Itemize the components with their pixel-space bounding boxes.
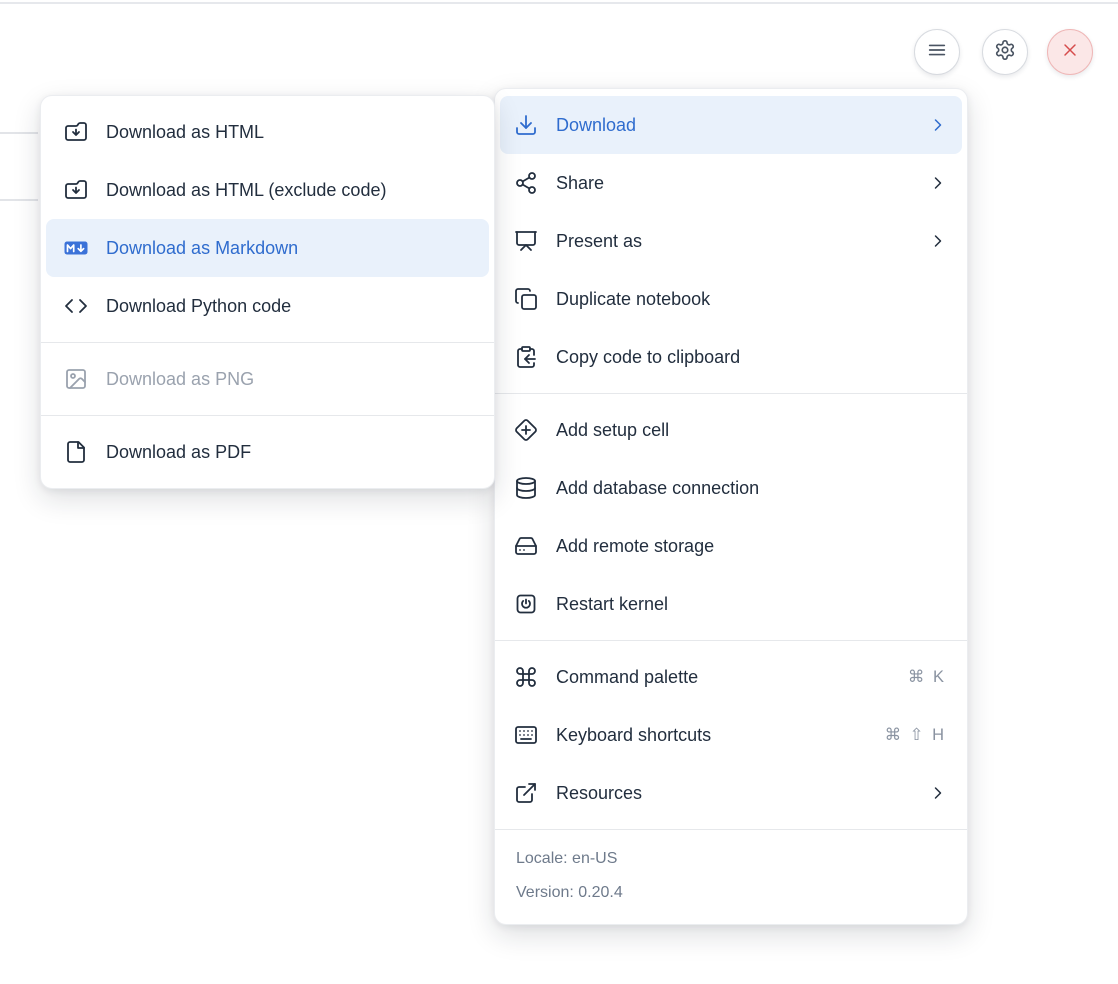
- menu-item-label: Resources: [556, 783, 642, 804]
- shortcut-hint: ⌘ ⇧ H: [885, 725, 948, 745]
- menu-item-label: Add database connection: [556, 478, 759, 499]
- clipboard-copy-icon: [514, 345, 538, 369]
- download-icon: [514, 113, 538, 137]
- chevron-right-icon: [928, 231, 948, 251]
- menu-item-label: Command palette: [556, 667, 698, 688]
- folder-download-icon: [64, 178, 88, 202]
- menu-item-label: Share: [556, 173, 604, 194]
- menu-item-label: Restart kernel: [556, 594, 668, 615]
- menu-item-label: Add remote storage: [556, 536, 714, 557]
- command-icon: [514, 665, 538, 689]
- menu-item-label: Download as HTML (exclude code): [106, 180, 386, 201]
- menu-item-copy-code[interactable]: Copy code to clipboard: [500, 328, 962, 386]
- menu-item-label: Download as PNG: [106, 369, 254, 390]
- menu-section-notebook: Download Share Present as: [495, 89, 967, 393]
- menu-item-duplicate-notebook[interactable]: Duplicate notebook: [500, 270, 962, 328]
- menu-item-add-setup-cell[interactable]: Add setup cell: [500, 401, 962, 459]
- folder-download-icon: [64, 120, 88, 144]
- database-icon: [514, 476, 538, 500]
- download-submenu: Download as HTML Download as HTML (exclu…: [40, 95, 495, 489]
- image-icon: [64, 367, 88, 391]
- menu-item-label: Duplicate notebook: [556, 289, 710, 310]
- gear-icon: [994, 39, 1016, 66]
- menu-item-download-as-html[interactable]: Download as HTML: [46, 103, 489, 161]
- close-button[interactable]: [1047, 29, 1093, 75]
- submenu-section-export: Download as HTML Download as HTML (exclu…: [41, 96, 494, 342]
- close-icon: [1060, 40, 1080, 65]
- menu-item-download-python-code[interactable]: Download Python code: [46, 277, 489, 335]
- menu-item-download[interactable]: Download: [500, 96, 962, 154]
- menu-item-label: Present as: [556, 231, 642, 252]
- chevron-right-icon: [928, 173, 948, 193]
- menu-item-share[interactable]: Share: [500, 154, 962, 212]
- presentation-icon: [514, 229, 538, 253]
- file-icon: [64, 440, 88, 464]
- locale-text: Locale: en-US: [516, 842, 946, 876]
- power-icon: [514, 592, 538, 616]
- menu-item-label: Keyboard shortcuts: [556, 725, 711, 746]
- menu-footer: Locale: en-US Version: 0.20.4: [495, 829, 967, 924]
- menu-item-label: Copy code to clipboard: [556, 347, 740, 368]
- menu-section-kernel: Add setup cell Add database connection A…: [495, 393, 967, 640]
- share-icon: [514, 171, 538, 195]
- background-cell-border: [0, 132, 38, 134]
- menu-item-label: Download: [556, 115, 636, 136]
- markdown-icon: [64, 236, 88, 260]
- menu-item-add-remote-storage[interactable]: Add remote storage: [500, 517, 962, 575]
- page-top-divider: [0, 2, 1118, 4]
- menu-item-resources[interactable]: Resources: [500, 764, 962, 822]
- menu-item-keyboard-shortcuts[interactable]: Keyboard shortcuts ⌘ ⇧ H: [500, 706, 962, 764]
- external-link-icon: [514, 781, 538, 805]
- duplicate-icon: [514, 287, 538, 311]
- keyboard-icon: [514, 723, 538, 747]
- hard-drive-icon: [514, 534, 538, 558]
- menu-item-present-as[interactable]: Present as: [500, 212, 962, 270]
- menu-item-download-as-html-exclude-code[interactable]: Download as HTML (exclude code): [46, 161, 489, 219]
- version-text: Version: 0.20.4: [516, 876, 946, 910]
- settings-button[interactable]: [982, 29, 1028, 75]
- menu-item-label: Download as HTML: [106, 122, 264, 143]
- shortcut-hint: ⌘ K: [908, 667, 948, 687]
- menu-item-restart-kernel[interactable]: Restart kernel: [500, 575, 962, 633]
- menu-item-label: Download Python code: [106, 296, 291, 317]
- menu-item-label: Add setup cell: [556, 420, 669, 441]
- menu-item-command-palette[interactable]: Command palette ⌘ K: [500, 648, 962, 706]
- notebook-actions-menu: Download Share Present as: [494, 88, 968, 925]
- menu-item-label: Download as Markdown: [106, 238, 298, 259]
- menu-item-download-as-png: Download as PNG: [46, 350, 489, 408]
- menu-item-label: Download as PDF: [106, 442, 251, 463]
- chevron-right-icon: [928, 783, 948, 803]
- menu-item-download-as-pdf[interactable]: Download as PDF: [46, 423, 489, 481]
- background-cell-border: [0, 199, 38, 201]
- diamond-plus-icon: [514, 418, 538, 442]
- chevron-right-icon: [928, 115, 948, 135]
- submenu-section-pdf: Download as PDF: [41, 415, 494, 488]
- hamburger-icon: [926, 39, 948, 66]
- menu-item-download-as-markdown[interactable]: Download as Markdown: [46, 219, 489, 277]
- menu-section-help: Command palette ⌘ K Keyboard shortcuts ⌘…: [495, 640, 967, 829]
- notebook-menu-button[interactable]: [914, 29, 960, 75]
- code-icon: [64, 294, 88, 318]
- submenu-section-png: Download as PNG: [41, 342, 494, 415]
- menu-item-add-database-connection[interactable]: Add database connection: [500, 459, 962, 517]
